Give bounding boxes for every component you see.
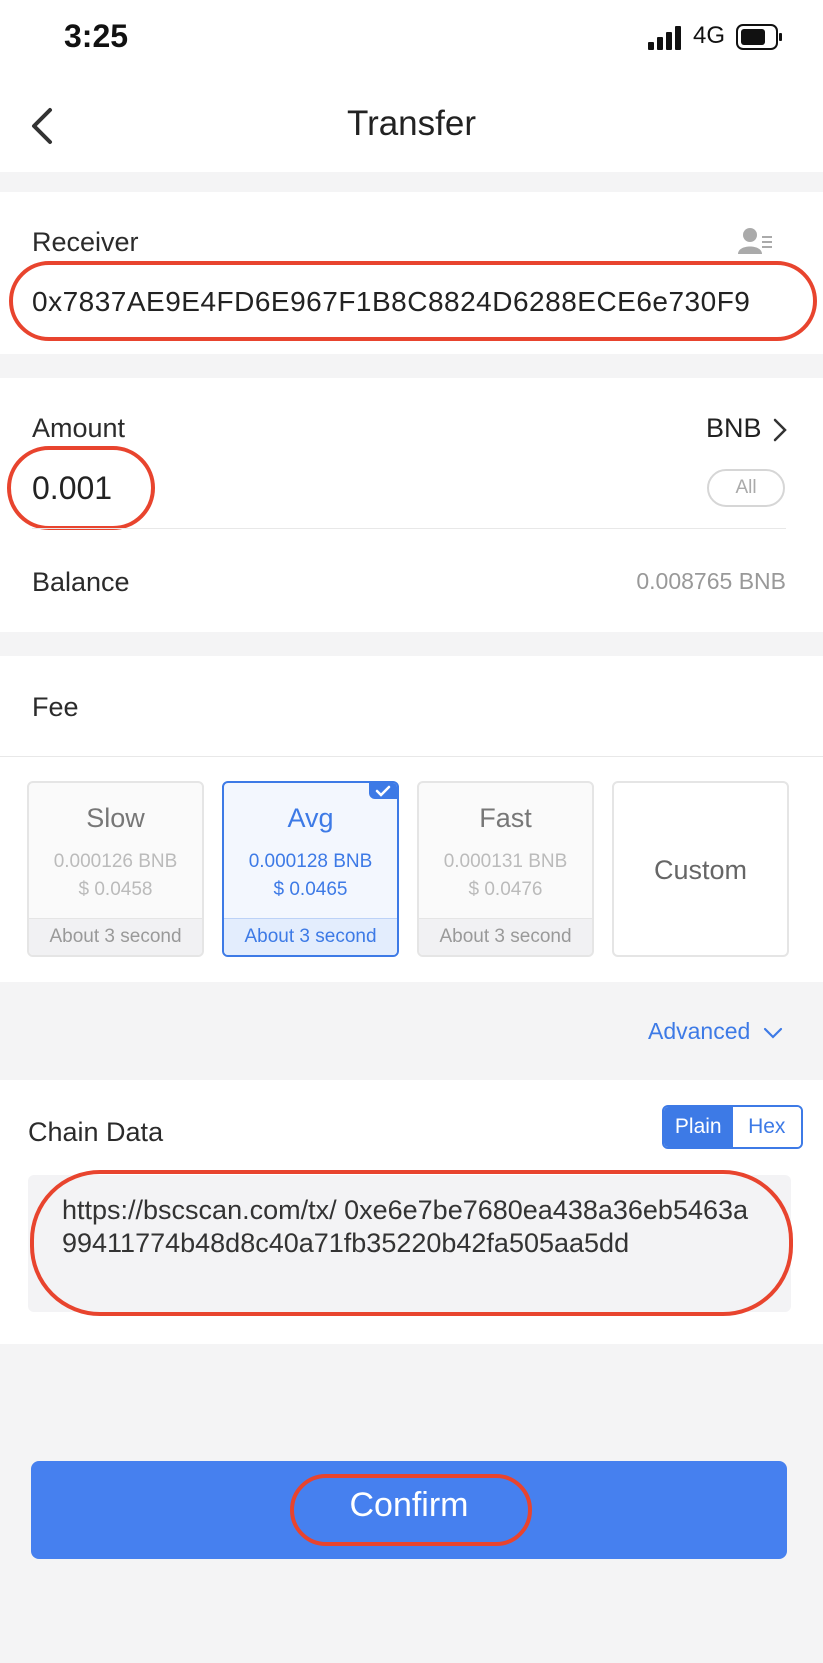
fee-label: Fee (32, 692, 79, 722)
chevron-down-icon (763, 1027, 782, 1039)
advanced-label: Advanced (648, 1018, 751, 1044)
fee-time: About 3 second (224, 918, 397, 955)
fee-usd: $ 0.0458 (78, 879, 153, 900)
fee-option-fast[interactable]: Fast 0.000131 BNB $ 0.0476 About 3 secon… (417, 781, 594, 957)
battery-icon (736, 24, 782, 50)
fee-option-slow[interactable]: Slow 0.000126 BNB $ 0.0458 About 3 secon… (27, 781, 204, 957)
status-time: 3:25 (64, 18, 129, 54)
fee-bnb: 0.000131 BNB (443, 851, 568, 872)
receiver-highlight-ring (9, 261, 817, 341)
amount-label: Amount (32, 413, 126, 443)
balance-label: Balance (32, 567, 130, 597)
balance-value: 0.008765 BNB (636, 568, 786, 594)
chain-data-label: Chain Data (28, 1117, 164, 1147)
fee-bnb: 0.000128 BNB (248, 851, 373, 872)
plain-mode-button[interactable]: Plain (664, 1107, 733, 1147)
amount-divider (32, 528, 786, 529)
token-label: BNB (706, 413, 762, 443)
contacts-icon[interactable] (736, 226, 774, 256)
fee-time: About 3 second (29, 918, 202, 955)
signal-icon (648, 26, 681, 50)
fee-name: Avg (287, 803, 334, 833)
data-mode-toggle[interactable]: Plain Hex (662, 1105, 803, 1149)
custom-label: Custom (653, 855, 748, 885)
fee-divider (0, 756, 823, 757)
page-title: Transfer (346, 104, 476, 143)
fee-name: Slow (86, 803, 145, 833)
fee-option-custom[interactable]: Custom (612, 781, 789, 957)
check-icon (369, 783, 397, 799)
chain-data-highlight-ring (30, 1170, 793, 1316)
fee-name: Fast (479, 803, 532, 833)
all-button[interactable]: All (707, 469, 785, 507)
network-type: 4G (693, 22, 726, 49)
fee-time: About 3 second (419, 918, 592, 955)
hex-mode-button[interactable]: Hex (732, 1107, 801, 1147)
fee-option-avg[interactable]: Avg 0.000128 BNB $ 0.0465 About 3 second (222, 781, 399, 957)
fee-usd: $ 0.0465 (273, 879, 348, 900)
receiver-label: Receiver (32, 227, 139, 257)
advanced-toggle[interactable]: Advanced (648, 1018, 783, 1045)
confirm-highlight-ring (290, 1474, 532, 1546)
amount-highlight-ring (7, 446, 155, 530)
fee-bnb: 0.000126 BNB (53, 851, 178, 872)
fee-usd: $ 0.0476 (468, 879, 543, 900)
chevron-right-icon (773, 418, 787, 442)
token-selector[interactable]: BNB (706, 413, 762, 444)
